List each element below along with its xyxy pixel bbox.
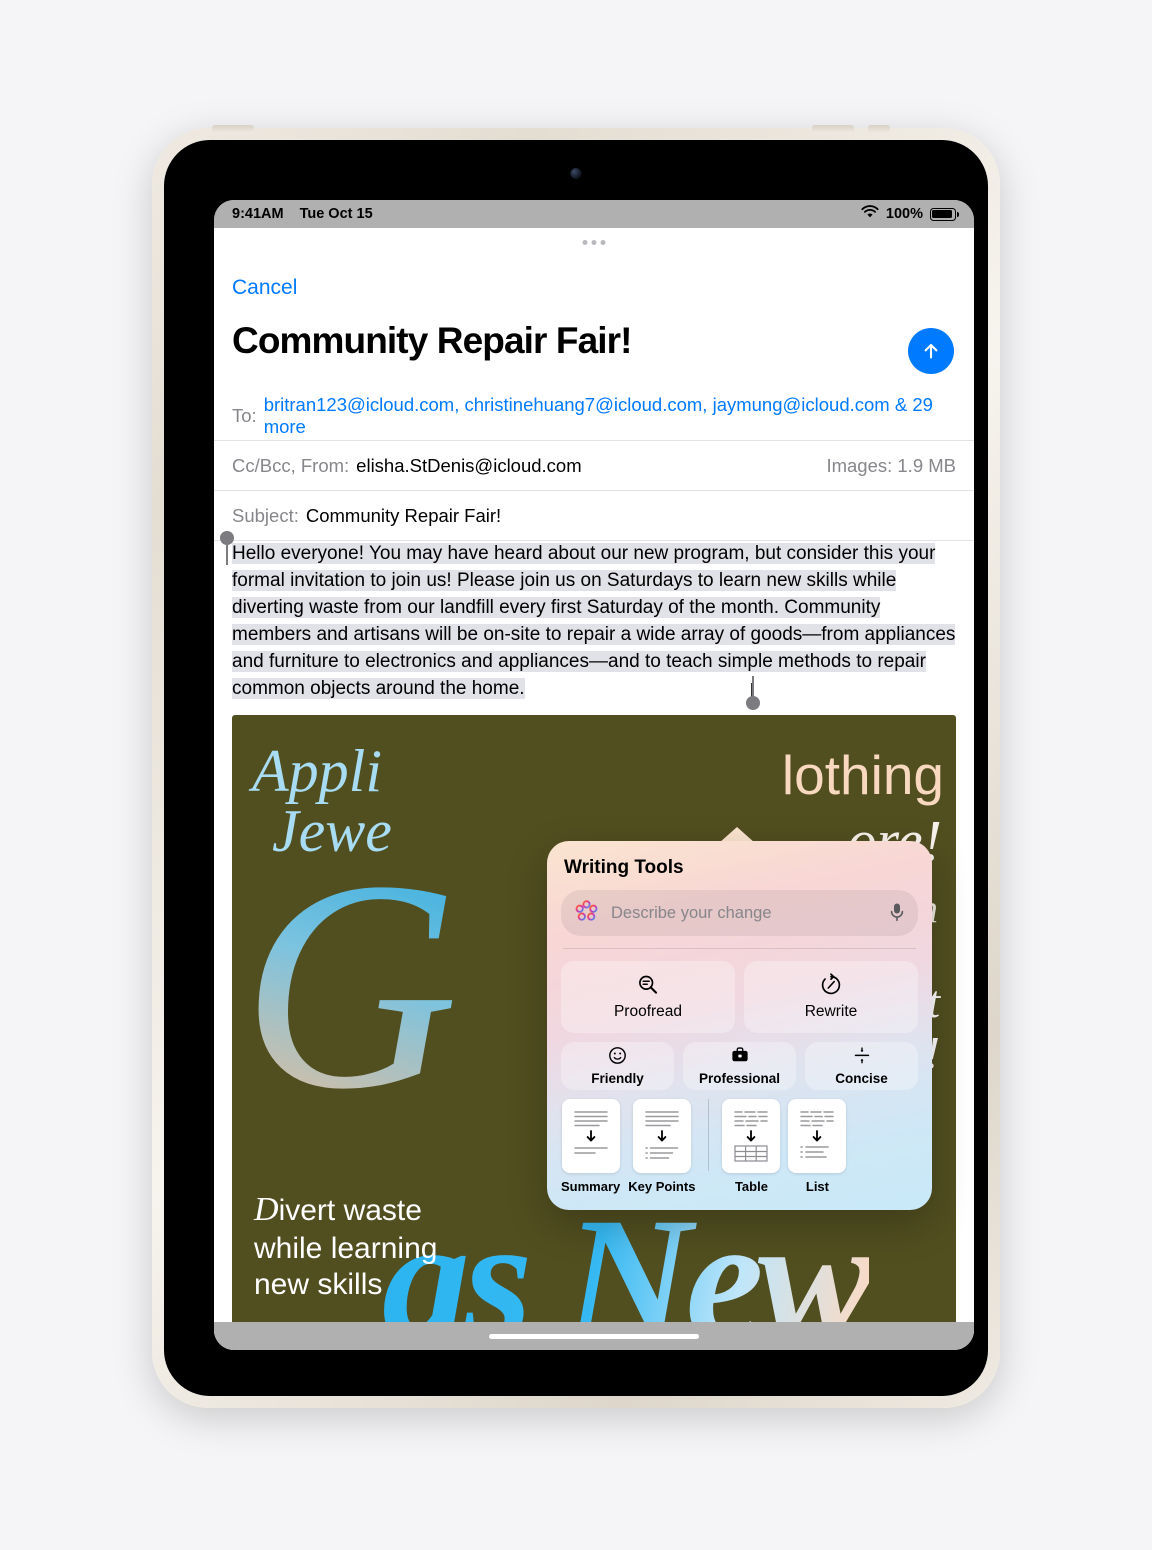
key-points-card-button[interactable]: Key Points xyxy=(628,1099,695,1194)
body-text[interactable]: Hello everyone! You may have heard about… xyxy=(232,543,956,699)
key-points-label: Key Points xyxy=(628,1179,696,1194)
home-bar xyxy=(214,1322,974,1350)
compress-icon xyxy=(852,1046,872,1068)
proofread-label: Proofread xyxy=(613,1003,683,1020)
poster-line-divert: Divert waste while learning new skills xyxy=(254,1189,437,1304)
from-address[interactable]: elisha.StDenis@icloud.com xyxy=(356,455,581,477)
cancel-button[interactable]: Cancel xyxy=(232,276,297,300)
poster-divert-cap: D xyxy=(254,1191,279,1229)
message-body[interactable]: Hello everyone! You may have heard about… xyxy=(214,531,974,710)
sheet-grabber[interactable] xyxy=(582,240,606,245)
summary-label: Summary xyxy=(561,1179,621,1194)
list-label: List xyxy=(805,1179,829,1194)
list-card-button[interactable]: List xyxy=(788,1099,847,1194)
poster-line-clothing: lothing xyxy=(781,744,944,806)
tablet-device: 9:41AM Tue Oct 15 100% Cancel Community … xyxy=(152,125,1000,1408)
selection-handle-start[interactable] xyxy=(220,531,234,565)
tone-actions-row: Friendly Professional Concise xyxy=(561,1042,918,1090)
volume-button-up[interactable] xyxy=(212,125,254,133)
writing-tools-popover: Writing Tools Describe your change Proof… xyxy=(547,841,932,1210)
arrow-up-icon xyxy=(924,343,938,359)
mail-compose-sheet: Cancel Community Repair Fair! To: britra… xyxy=(214,228,974,1350)
poster-line-jewelry: Jewe xyxy=(272,798,392,864)
subject-field-row[interactable]: Subject: Community Repair Fair! xyxy=(214,491,974,541)
transform-cards-row: Summary Key Points Table List xyxy=(561,1099,918,1194)
to-recipients[interactable]: britran123@icloud.com, christinehuang7@i… xyxy=(264,394,956,438)
selected-text[interactable]: Hello everyone! You may have heard about… xyxy=(232,543,956,699)
status-bar: 9:41AM Tue Oct 15 100% xyxy=(214,200,974,228)
to-field-row[interactable]: To: britran123@icloud.com, christinehuan… xyxy=(214,391,974,441)
friendly-label: Friendly xyxy=(591,1071,644,1086)
selection-handle-end[interactable] xyxy=(746,676,760,710)
apple-intelligence-icon xyxy=(574,899,599,927)
professional-button[interactable]: Professional xyxy=(683,1042,796,1090)
proofread-button[interactable]: Proofread xyxy=(561,961,735,1033)
send-button[interactable] xyxy=(908,328,954,374)
images-size-label: Images: 1.9 MB xyxy=(826,454,956,476)
table-card-button[interactable]: Table xyxy=(722,1099,781,1194)
screen: 9:41AM Tue Oct 15 100% Cancel Community … xyxy=(214,200,974,1350)
poster-line-appliances: Appli xyxy=(252,738,382,804)
cc-from-label: Cc/Bcc, From: xyxy=(232,454,350,476)
describe-change-field[interactable] xyxy=(561,890,918,936)
briefcase-icon xyxy=(730,1046,750,1068)
document-key-points-icon xyxy=(632,1099,691,1173)
concise-button[interactable]: Concise xyxy=(805,1042,918,1090)
rewrite-label: Rewrite xyxy=(804,1003,858,1020)
power-button[interactable] xyxy=(868,125,890,133)
poster-divert-rest: ivert waste while learning new skills xyxy=(254,1194,438,1302)
table-label: Table xyxy=(734,1179,768,1194)
home-indicator[interactable] xyxy=(489,1333,699,1339)
cards-divider xyxy=(708,1099,710,1171)
concise-label: Concise xyxy=(835,1071,888,1086)
volume-button-down[interactable] xyxy=(812,125,854,133)
document-table-icon xyxy=(722,1099,781,1173)
primary-actions-row: Proofread Rewrite xyxy=(561,961,918,1033)
cc-from-field-row[interactable]: Cc/Bcc, From: elisha.StDenis@icloud.com … xyxy=(214,441,974,491)
page-title: Community Repair Fair! xyxy=(232,320,632,361)
subject-label: Subject: xyxy=(232,504,299,526)
status-time: 9:41AM xyxy=(232,206,284,222)
microphone-icon[interactable] xyxy=(889,902,905,925)
rewrite-button[interactable]: Rewrite xyxy=(744,961,918,1033)
status-date: Tue Oct 15 xyxy=(299,206,373,222)
circular-arrow-icon xyxy=(819,973,843,1000)
document-summary-icon xyxy=(561,1099,620,1173)
subject-value[interactable]: Community Repair Fair! xyxy=(306,505,501,527)
wifi-icon xyxy=(861,205,879,223)
front-camera-icon xyxy=(570,168,582,179)
magnifier-minus-icon xyxy=(636,973,660,1000)
battery-percent: 100% xyxy=(885,206,923,222)
document-list-icon xyxy=(788,1099,847,1173)
writing-tools-title: Writing Tools xyxy=(564,857,684,878)
describe-change-input[interactable] xyxy=(609,902,879,924)
professional-label: Professional xyxy=(698,1071,781,1086)
popover-divider xyxy=(563,948,916,949)
poster-big-letter: G xyxy=(242,819,459,1151)
smiley-face-icon xyxy=(608,1046,627,1068)
battery-icon xyxy=(930,207,959,221)
friendly-button[interactable]: Friendly xyxy=(561,1042,674,1090)
screen-bezel: 9:41AM Tue Oct 15 100% Cancel Community … xyxy=(164,140,988,1396)
summary-card-button[interactable]: Summary xyxy=(561,1099,620,1194)
to-label: To: xyxy=(232,404,257,426)
